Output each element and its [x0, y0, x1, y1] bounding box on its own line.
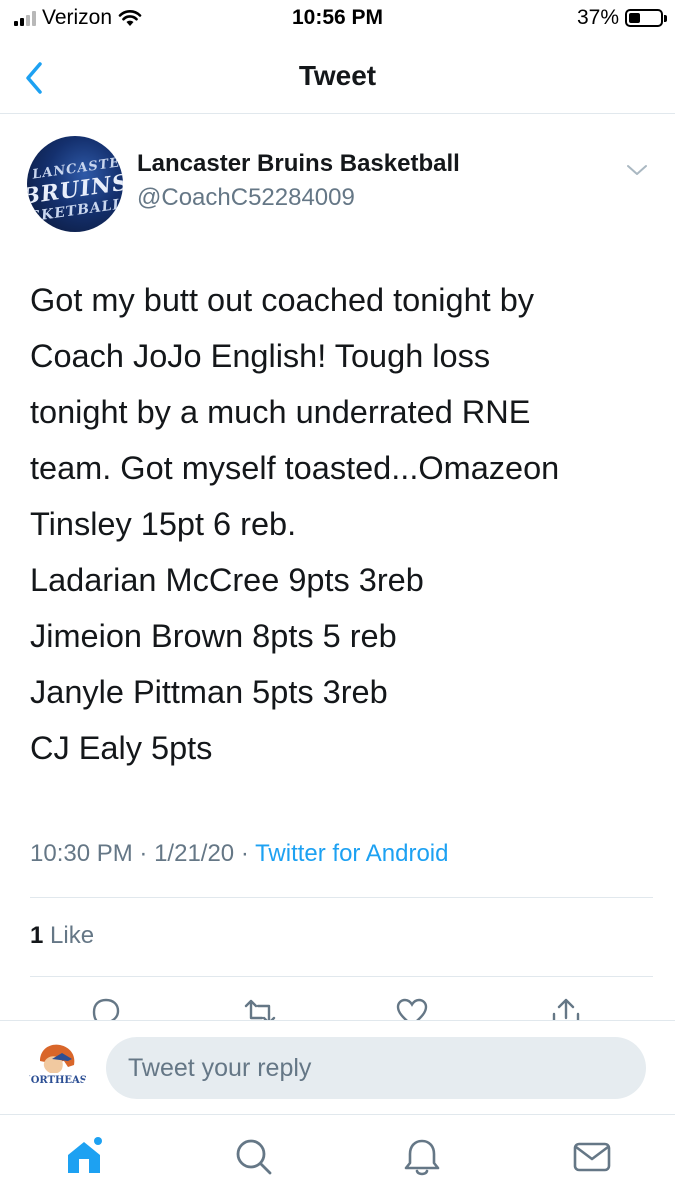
battery-percent: 37% [576, 6, 619, 29]
like-count-row[interactable]: 1 Like [30, 922, 94, 950]
tweet-line: Got my butt out coached tonight by [30, 282, 535, 318]
user-avatar[interactable]: NORTHEAST [28, 1037, 88, 1097]
like-label: Like [50, 922, 95, 949]
share-icon[interactable] [546, 992, 586, 1022]
reply-bar: NORTHEAST Tweet your reply [0, 1020, 675, 1114]
tweet-line: CJ Ealy 5pts [30, 730, 213, 766]
mascot-logo-icon: NORTHEAST [28, 1044, 88, 1086]
tweet-line: Coach JoJo English! Tough loss [30, 338, 491, 374]
svg-text:NORTHEAST: NORTHEAST [28, 1075, 88, 1086]
page-title: Tweet [298, 60, 377, 91]
tweet-actions [0, 992, 675, 1022]
battery-icon [625, 9, 667, 27]
search-icon[interactable] [232, 1135, 276, 1179]
tweet-line: team. Got myself toasted...Omazeon [30, 450, 560, 486]
tweet-line: tonight by a much underrated RNE [30, 394, 531, 430]
tweet-line: Jimeion Brown 8pts 5 reb [30, 618, 397, 654]
retweet-icon[interactable] [240, 992, 280, 1022]
tweet-line: Tinsley 15pt 6 reb. [30, 506, 297, 542]
tweet-time: 10:30 PM [30, 840, 133, 867]
notifications-icon[interactable] [400, 1135, 444, 1179]
author-avatar[interactable]: LANCASTER BRUINS SKETBALL [27, 136, 123, 232]
tab-bar [0, 1114, 675, 1200]
nav-bar: Tweet [0, 40, 675, 114]
author-name[interactable]: Lancaster Bruins Basketball [137, 150, 460, 178]
status-bar: Verizon 10:56 PM 37% [0, 0, 675, 40]
tweet-source-link[interactable]: Twitter for Android [255, 840, 448, 867]
tweet-line: Janyle Pittman 5pts 3reb [30, 674, 388, 710]
tweet-line: Ladarian McCree 9pts 3reb [30, 562, 424, 598]
reply-input[interactable]: Tweet your reply [106, 1037, 646, 1099]
reply-icon[interactable] [86, 992, 126, 1022]
home-icon[interactable] [62, 1135, 106, 1179]
divider [30, 897, 653, 898]
status-time: 10:56 PM [291, 6, 384, 29]
messages-icon[interactable] [570, 1135, 614, 1179]
like-icon[interactable] [392, 992, 432, 1022]
meta-separator: · [240, 840, 249, 867]
author-info[interactable]: Lancaster Bruins Basketball @CoachC52284… [137, 150, 460, 212]
tweet-meta: 10:30 PM · 1/21/20 · Twitter for Android [30, 840, 448, 868]
avatar-logo-text: LANCASTER BRUINS SKETBALL [27, 153, 123, 226]
tweet-date: 1/21/20 [154, 840, 235, 867]
status-right: 37% [576, 6, 667, 30]
chevron-down-icon[interactable] [625, 160, 649, 180]
divider [30, 976, 653, 977]
like-count: 1 [30, 922, 44, 949]
author-handle[interactable]: @CoachC52284009 [137, 184, 460, 212]
meta-separator: · [139, 840, 148, 867]
tweet-text: Got my butt out coached tonight by Coach… [30, 272, 655, 776]
